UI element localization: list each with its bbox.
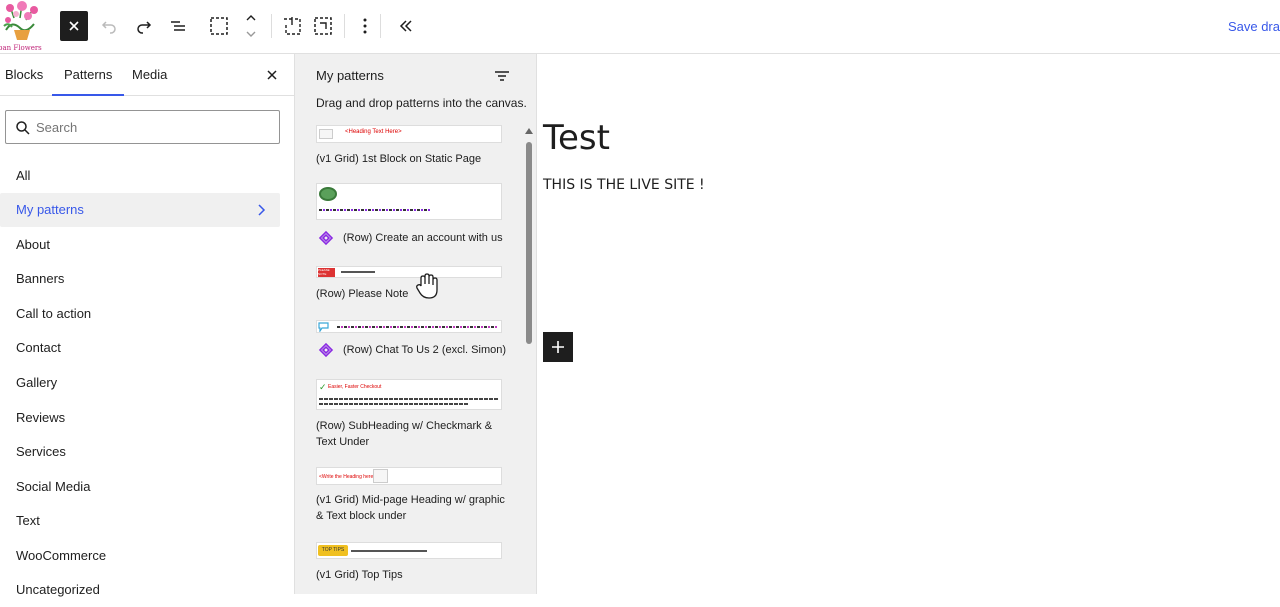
category-contact[interactable]: Contact	[0, 331, 280, 365]
thumb-badge-text: TOP TIPS	[318, 545, 348, 556]
category-banners[interactable]: Banners	[0, 262, 280, 296]
synced-pattern-icon	[318, 342, 334, 358]
move-up-down-button[interactable]	[237, 11, 265, 41]
redo-icon	[137, 21, 152, 34]
thumb-text-line	[337, 326, 497, 328]
list-view-icon	[171, 21, 185, 31]
pattern-preview[interactable]: PLEASE NOTE	[316, 266, 502, 278]
image-placeholder-icon	[319, 129, 333, 139]
save-draft-button[interactable]: Save dra	[1228, 19, 1280, 34]
thumb-text-line	[319, 403, 469, 405]
site-logo[interactable]: ban Flowers 2	[0, 0, 44, 54]
pattern-label[interactable]: (Row) Please Note	[316, 286, 508, 302]
category-text[interactable]: Text	[0, 504, 280, 538]
chat-bubble-icon	[318, 322, 329, 332]
chevron-up-down-icon	[246, 15, 256, 37]
ungroup-icon	[314, 17, 332, 35]
pattern-preview[interactable]	[316, 183, 502, 220]
plus-icon	[552, 341, 564, 353]
pattern-explorer-panel: My patterns Drag and drop patterns into …	[295, 54, 537, 594]
pattern-label[interactable]: (Row) Chat To Us 2 (excl. Simon)	[343, 342, 513, 358]
badge-graphic-icon	[319, 187, 337, 201]
pattern-label[interactable]: (v1 Grid) Top Tips	[316, 567, 508, 583]
grab-hand-cursor-icon	[416, 273, 438, 299]
undo-icon	[101, 21, 116, 34]
collapse-toolbar-button[interactable]	[392, 11, 420, 41]
patterns-panel-description: Drag and drop patterns into the canvas.	[316, 96, 527, 110]
search-box	[5, 110, 280, 144]
pattern-preview[interactable]: ✓ Easier, Faster Checkout	[316, 379, 502, 410]
filter-icon[interactable]	[494, 68, 510, 84]
pattern-preview[interactable]: TOP TIPS	[316, 542, 502, 559]
group-icon	[284, 17, 301, 35]
pattern-preview[interactable]	[316, 320, 502, 333]
double-chevron-left-icon	[399, 20, 412, 32]
editor-canvas[interactable]: Test THIS IS THE LIVE SITE !	[537, 54, 1280, 594]
paragraph-block[interactable]: THIS IS THE LIVE SITE !	[543, 177, 705, 193]
pattern-preview[interactable]: <Heading Text Here>	[316, 125, 502, 143]
category-my-patterns[interactable]: My patterns	[0, 193, 280, 227]
inserter-sidebar: Blocks Patterns Media All My patterns Ab…	[0, 54, 295, 597]
flower-logo-icon	[3, 1, 38, 40]
pattern-label[interactable]: (v1 Grid) Mid-page Heading w/ graphic & …	[316, 492, 508, 524]
ungroup-button[interactable]	[309, 11, 337, 41]
group-button[interactable]	[278, 11, 306, 41]
inserter-tabs: Blocks Patterns Media	[0, 54, 294, 96]
category-uncategorized[interactable]: Uncategorized	[0, 573, 280, 607]
category-social-media[interactable]: Social Media	[0, 470, 280, 504]
pattern-label[interactable]: (Row) Create an account with us	[343, 230, 513, 246]
synced-pattern-icon	[318, 230, 334, 246]
thumb-heading-text: <Heading Text Here>	[345, 129, 402, 135]
post-title[interactable]: Test	[543, 118, 610, 158]
category-label: My patterns	[16, 202, 84, 217]
thumb-text-line	[351, 550, 427, 552]
tab-media[interactable]: Media	[132, 54, 167, 96]
chevron-right-icon	[258, 204, 266, 216]
dashed-box-icon	[210, 17, 228, 35]
search-icon	[16, 121, 30, 135]
more-options-button[interactable]	[351, 11, 379, 41]
toolbar-divider	[271, 14, 272, 38]
document-overview-button[interactable]	[164, 11, 192, 41]
redo-button[interactable]	[130, 11, 158, 41]
thumb-heading-text: Easier, Faster Checkout	[328, 384, 382, 390]
logo-caption: ban Flowers 2	[0, 44, 44, 52]
thumb-heading-text: <Write the Heading here>	[319, 474, 377, 480]
category-woocommerce[interactable]: WooCommerce	[0, 539, 280, 573]
thumb-badge-text: PLEASE NOTE	[318, 268, 335, 277]
thumb-text-line	[319, 209, 431, 211]
toolbar-divider	[344, 14, 345, 38]
category-all[interactable]: All	[0, 159, 280, 193]
editor-toolbar: ban Flowers 2 Save dra	[0, 0, 1280, 54]
pattern-label[interactable]: (v1 Grid) 1st Block on Static Page	[316, 151, 508, 167]
close-icon	[69, 21, 79, 31]
search-input[interactable]	[36, 111, 276, 143]
add-block-button[interactable]	[543, 332, 573, 362]
vertical-ellipsis-icon	[363, 18, 367, 34]
scrollbar-thumb[interactable]	[526, 142, 532, 344]
thumb-text-line	[341, 271, 375, 273]
category-call-to-action[interactable]: Call to action	[0, 297, 280, 331]
category-about[interactable]: About	[0, 228, 280, 262]
category-services[interactable]: Services	[0, 435, 280, 469]
checkmark-icon: ✓	[319, 382, 327, 392]
category-gallery[interactable]: Gallery	[0, 366, 280, 400]
patterns-panel-title: My patterns	[316, 68, 384, 83]
category-reviews[interactable]: Reviews	[0, 401, 280, 435]
close-icon	[267, 70, 277, 80]
select-parent-button[interactable]	[205, 11, 233, 41]
pattern-label[interactable]: (Row) SubHeading w/ Checkmark & Text Und…	[316, 418, 508, 450]
thumb-text-line	[319, 398, 499, 400]
image-placeholder-icon	[373, 469, 388, 483]
close-inserter-panel-button[interactable]	[263, 66, 281, 84]
toolbar-divider	[380, 14, 381, 38]
close-inserter-button[interactable]	[60, 11, 88, 41]
undo-button[interactable]	[95, 11, 123, 41]
scroll-up-arrow-icon[interactable]	[525, 128, 533, 134]
tab-patterns[interactable]: Patterns	[52, 54, 125, 96]
pattern-preview[interactable]: <Write the Heading here>	[316, 467, 502, 485]
tab-blocks[interactable]: Blocks	[5, 54, 43, 96]
